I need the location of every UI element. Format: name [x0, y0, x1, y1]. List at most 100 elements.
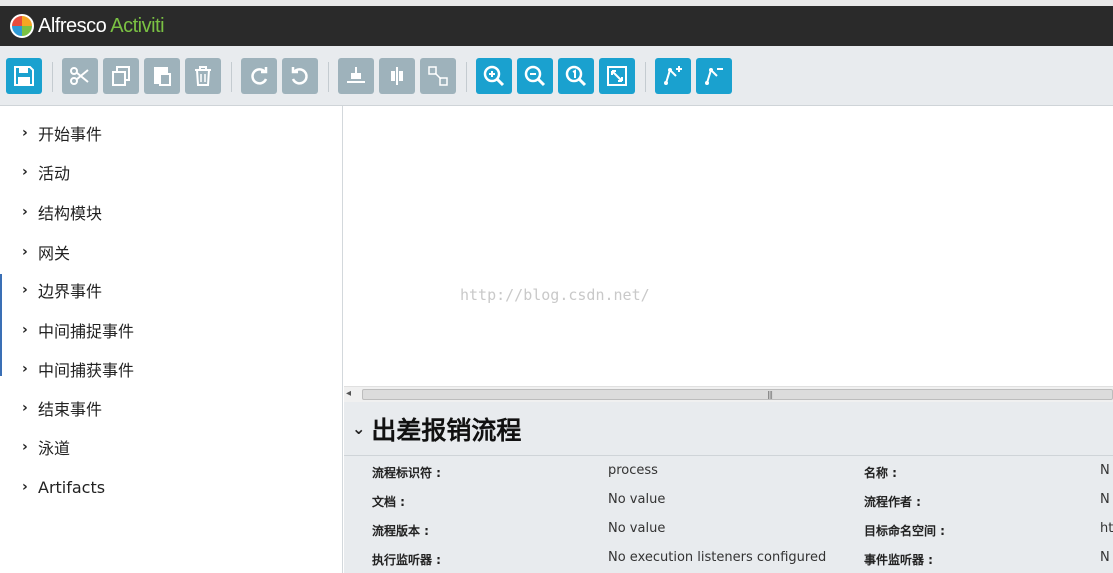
palette-item-boundary-events[interactable]: › 边界事件: [22, 279, 102, 301]
property-label-event-listeners: 事件监听器 :: [864, 553, 933, 567]
property-label-execution-listeners: 执行监听器 :: [372, 553, 441, 567]
palette-item-label: Artifacts: [38, 477, 106, 497]
same-size-icon: [428, 66, 448, 86]
palette-item-label: 网关: [38, 244, 71, 263]
property-label-documentation: 文档 :: [372, 495, 405, 509]
save-button[interactable]: [6, 58, 42, 94]
scrollbar-grip-icon: |||: [767, 390, 773, 399]
property-label-target-namespace: 目标命名空间 :: [864, 524, 945, 538]
chevron-right-icon: ›: [22, 244, 28, 260]
chevron-right-icon: ›: [22, 400, 28, 416]
palette-item-artifacts[interactable]: › Artifacts: [22, 476, 105, 498]
scroll-left-arrow-icon[interactable]: ◂: [346, 388, 351, 399]
alfresco-logo: Alfresco Activiti: [10, 12, 165, 40]
canvas-horizontal-scrollbar[interactable]: ◂ |||: [344, 386, 1113, 402]
add-bendpoint-icon: [664, 66, 682, 85]
zoom-out-button[interactable]: [517, 58, 553, 94]
paste-icon: [154, 67, 171, 86]
toolbar-separator: [231, 62, 232, 92]
cut-button[interactable]: [62, 58, 98, 94]
chevron-right-icon: ›: [22, 282, 28, 298]
scissors-icon: [70, 67, 89, 85]
palette-item-swimlanes[interactable]: › 泳道: [22, 436, 70, 458]
save-icon: [14, 66, 34, 86]
palette-item-label: 边界事件: [38, 282, 103, 301]
property-value-name[interactable]: N: [1100, 463, 1110, 478]
brand-name: Alfresco Activiti: [38, 14, 165, 38]
property-label-process-version: 流程版本 :: [372, 524, 429, 538]
align-horizontal-button[interactable]: [338, 58, 374, 94]
toolbar-separator: [645, 62, 646, 92]
toolbar-separator: [466, 62, 467, 92]
palette-item-end-events[interactable]: › 结束事件: [22, 397, 102, 419]
palette-item-intermediate-catching-events[interactable]: › 中间捕捉事件: [22, 319, 134, 341]
property-value-process-author[interactable]: N: [1100, 492, 1110, 507]
zoom-in-button[interactable]: [476, 58, 512, 94]
delete-button[interactable]: [185, 58, 221, 94]
copy-button[interactable]: [103, 58, 139, 94]
product-text: Activiti: [110, 14, 165, 37]
zoom-actual-button[interactable]: [558, 58, 594, 94]
watermark-text: http://blog.csdn.net/: [460, 286, 650, 304]
property-value-event-listeners[interactable]: N: [1100, 550, 1110, 565]
trash-icon: [195, 66, 211, 86]
chevron-right-icon: ›: [22, 479, 28, 495]
shape-palette: › 开始事件 › 活动 › 结构模块 › 网关 › 边界事件 › 中间捕捉事件 › 中间捕获事…: [0, 106, 343, 573]
align-horizontal-icon: [347, 67, 365, 83]
zoom-fit-button[interactable]: [599, 58, 635, 94]
alfresco-logo-icon: [10, 14, 34, 38]
chevron-right-icon: ›: [22, 164, 28, 180]
property-value-execution-listeners[interactable]: No execution listeners configured: [608, 550, 826, 565]
property-value-process-version[interactable]: No value: [608, 521, 665, 536]
chevron-down-icon[interactable]: ⌄: [352, 419, 365, 438]
chevron-right-icon: ›: [22, 125, 28, 141]
remove-bendpoint-icon: [705, 68, 723, 85]
palette-item-intermediate-throwing-events[interactable]: › 中间捕获事件: [22, 358, 134, 380]
redo-button[interactable]: [241, 58, 277, 94]
palette-item-label: 中间捕捉事件: [38, 322, 135, 341]
scrollbar-thumb[interactable]: |||: [362, 389, 1113, 400]
undo-icon: [291, 67, 308, 85]
property-label-process-id: 流程标识符 :: [372, 466, 441, 480]
property-value-target-namespace[interactable]: ht: [1100, 521, 1113, 536]
editor-toolbar: [0, 46, 1113, 106]
property-value-documentation[interactable]: No value: [608, 492, 665, 507]
brand-text: Alfresco: [38, 14, 107, 37]
top-header: Alfresco Activiti: [0, 0, 1113, 46]
properties-panel: ⌄ 出差报销流程 流程标识符 : process 名称 : N 文档 : No …: [344, 402, 1113, 573]
chevron-right-icon: ›: [22, 204, 28, 220]
remove-bendpoint-button[interactable]: [696, 58, 732, 94]
toolbar-separator: [52, 62, 53, 92]
palette-item-label: 开始事件: [38, 125, 103, 144]
diagram-canvas[interactable]: http://blog.csdn.net/: [344, 106, 1113, 386]
properties-header[interactable]: ⌄ 出差报销流程: [344, 402, 1113, 456]
zoom-fit-icon: [607, 66, 627, 86]
zoom-out-icon: [524, 65, 546, 87]
process-title: 出差报销流程: [371, 415, 522, 445]
palette-item-label: 活动: [38, 164, 71, 183]
copy-icon: [112, 66, 130, 86]
palette-item-gateways[interactable]: › 网关: [22, 241, 70, 263]
chevron-right-icon: ›: [22, 322, 28, 338]
zoom-in-icon: [483, 65, 505, 87]
chevron-right-icon: ›: [22, 439, 28, 455]
palette-scroll-indicator: [0, 274, 2, 376]
palette-item-structural[interactable]: › 结构模块: [22, 201, 102, 223]
zoom-actual-icon: [565, 65, 587, 87]
palette-item-label: 结束事件: [38, 400, 103, 419]
align-vertical-icon: [391, 67, 403, 85]
property-label-name: 名称 :: [864, 466, 897, 480]
property-label-process-author: 流程作者 :: [864, 495, 921, 509]
redo-icon: [251, 67, 268, 85]
paste-button[interactable]: [144, 58, 180, 94]
palette-item-label: 结构模块: [38, 204, 103, 223]
chevron-right-icon: ›: [22, 361, 28, 377]
add-bendpoint-button[interactable]: [655, 58, 691, 94]
palette-item-activities[interactable]: › 活动: [22, 161, 70, 183]
palette-item-start-events[interactable]: › 开始事件: [22, 122, 102, 144]
property-value-process-id[interactable]: process: [608, 463, 658, 478]
toolbar-separator: [328, 62, 329, 92]
same-size-button[interactable]: [420, 58, 456, 94]
align-vertical-button[interactable]: [379, 58, 415, 94]
undo-button[interactable]: [282, 58, 318, 94]
